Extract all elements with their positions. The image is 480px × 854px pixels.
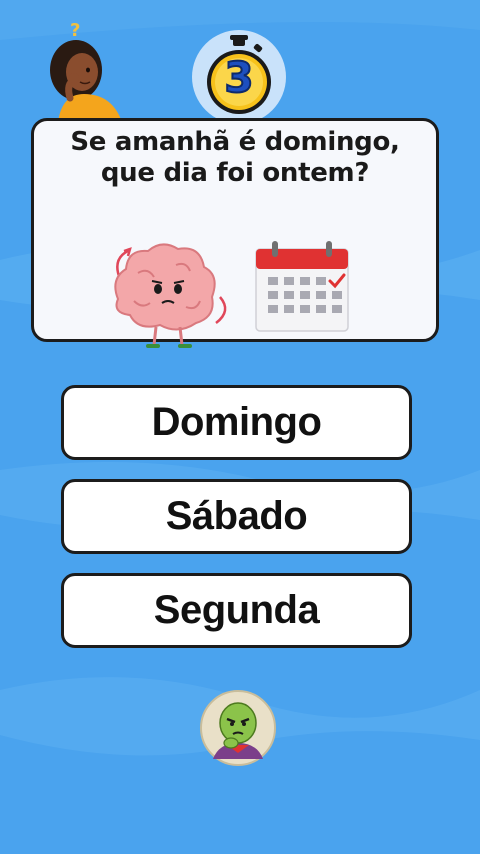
question-line-2: que dia foi ontem? (100, 158, 370, 188)
timer-value: 3 (223, 52, 254, 103)
svg-text:?: ? (70, 20, 80, 41)
alien-avatar-icon (199, 689, 277, 767)
question-line-1: Se amanhã é domingo, (70, 127, 400, 157)
answer-label: Sábado (165, 494, 308, 538)
brain-character-icon (108, 239, 228, 351)
question-text: Se amanhã é domingo, que dia foi ontem? (34, 127, 436, 189)
stopwatch-timer: 3 (190, 28, 288, 126)
answer-option-3[interactable]: Segunda (61, 573, 412, 648)
answer-option-1[interactable]: Domingo (61, 385, 412, 460)
answer-label: Domingo (151, 400, 322, 444)
answer-label: Segunda (153, 588, 320, 632)
thinking-woman-icon: ? (40, 14, 130, 122)
calendar-icon (252, 239, 352, 335)
question-card: Se amanhã é domingo, que dia foi ontem? (31, 118, 439, 348)
answer-option-2[interactable]: Sábado (61, 479, 412, 554)
